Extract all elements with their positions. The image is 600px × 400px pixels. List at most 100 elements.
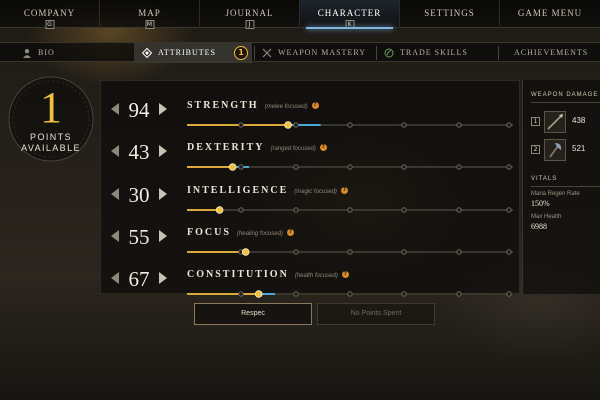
nav-game-menu-label: GAME MENU [517,8,583,18]
bar-threshold-node [293,291,299,297]
tab-divider [498,46,499,60]
slot-number: 2 [531,145,540,154]
info-icon[interactable]: ? [319,144,327,152]
attribute-bar[interactable] [187,158,513,171]
tab-trade-skills-label: TRADE SKILLS [400,48,468,57]
bar-fill [187,124,289,126]
nav-character-key: K [345,20,354,29]
nav-map-label: MAP [138,8,161,18]
attribute-name: DEXTERITY (ranged focused)? [187,142,327,153]
mana-regen-label: Mana Regen Rate [531,191,580,197]
increase-arrow-icon[interactable] [159,230,167,242]
bar-threshold-node [238,164,244,170]
no-points-spent-button[interactable]: No Points Spent [317,303,435,325]
leaf-icon [384,48,394,58]
decrease-arrow-icon[interactable] [111,230,119,242]
tab-divider [376,46,377,60]
info-icon[interactable]: ? [340,187,348,195]
points-label-line1: POINTS [30,132,72,142]
nav-settings-label: SETTINGS [424,8,475,18]
nav-game-menu[interactable]: GAME MENU [500,0,600,28]
attribute-row-focus: 55 FOCUS (healing focused)? [101,216,521,258]
top-nav: COMPANY G MAP M JOURNAL J CHARACTER K SE… [0,0,600,29]
bar-bonus [288,124,321,126]
attribute-name: CONSTITUTION (health focused)? [187,269,349,280]
weapon-slot-1[interactable]: 1 438 [531,110,600,134]
increase-arrow-icon[interactable] [159,103,167,115]
bar-threshold-node [506,291,512,297]
bar-handle [254,290,263,298]
attribute-row-strength: 94 STRENGTH (melee focused)? [101,89,521,131]
attribute-bar[interactable] [187,285,513,298]
bar-threshold-node [347,291,353,297]
nav-journal-label: JOURNAL [225,8,274,18]
bar-threshold-node [401,207,407,213]
decrease-arrow-icon[interactable] [111,145,119,157]
bar-fill [187,166,233,168]
bar-threshold-node [293,249,299,255]
bar-threshold-node [506,164,512,170]
increase-arrow-icon[interactable] [159,272,167,284]
attribute-bar[interactable] [187,116,513,129]
tab-achievements[interactable]: ACHIEVEMENTS [500,43,600,63]
points-value: 1 [40,83,62,132]
attribute-value: 67 [128,267,150,291]
attribute-name: FOCUS (healing focused)? [187,227,294,238]
attribute-bar-graphic [187,163,513,171]
nav-settings[interactable]: SETTINGS [400,0,500,28]
weapon-slot-2[interactable]: 2 521 [531,138,600,162]
spear-icon [544,111,566,133]
attribute-value: 94 [128,98,150,122]
attribute-hint: (melee focused) [264,104,308,110]
nav-company-label: COMPANY [23,8,76,18]
attribute-name: STRENGTH (melee focused)? [187,100,319,111]
weapon-damage-title: WEAPON DAMAGE [531,92,599,98]
nav-company[interactable]: COMPANY G [0,0,100,29]
bar-fill [187,293,259,295]
attribute-name-text: CONSTITUTION [187,269,289,280]
tab-trade-skills[interactable]: TRADE SKILLS [378,43,498,63]
stats-side-panel: WEAPON DAMAGE 1 438 2 521 VITALS Mana Re… [522,80,600,294]
attribute-bar[interactable] [187,243,513,256]
attribute-hint: (ranged focused) [270,146,316,152]
info-icon[interactable]: ? [311,102,319,110]
attribute-bar[interactable] [187,201,513,214]
increase-arrow-icon[interactable] [159,145,167,157]
tab-divider [254,46,255,60]
attribute-hint: (health focused) [294,273,338,279]
info-icon[interactable]: ? [341,271,349,279]
nav-map[interactable]: MAP M [100,0,200,29]
tab-bio[interactable]: BIO [14,43,130,63]
points-label: POINTS AVAILABLE [2,132,100,154]
hatchet-icon [544,139,566,161]
divider [531,186,600,187]
bar-threshold-node [293,207,299,213]
increase-arrow-icon[interactable] [159,188,167,200]
info-icon[interactable]: ? [286,229,294,237]
nav-character[interactable]: CHARACTER K [300,0,400,29]
bar-threshold-node [347,207,353,213]
attribute-row-dexterity: 43 DEXTERITY (ranged focused)? [101,131,521,173]
decrease-arrow-icon[interactable] [111,188,119,200]
attribute-row-intelligence: 30 INTELLIGENCE (magic focused)? [101,174,521,216]
weapon-damage-value: 521 [572,144,586,153]
decrease-arrow-icon[interactable] [111,272,119,284]
bar-threshold-node [401,249,407,255]
vitals-title: VITALS [531,176,558,182]
respec-button[interactable]: Respec [194,303,312,325]
attribute-name: INTELLIGENCE (magic focused)? [187,185,348,196]
nav-journal[interactable]: JOURNAL J [200,0,300,29]
crossed-swords-icon [262,48,272,58]
bar-threshold-node [506,207,512,213]
max-health-value: 6988 [531,222,547,231]
bar-threshold-node [347,122,353,128]
decrease-arrow-icon[interactable] [111,103,119,115]
attribute-name-text: DEXTERITY [187,142,265,153]
bar-fill [187,251,246,253]
attribute-hint: (magic focused) [294,189,337,195]
tab-weapon-mastery[interactable]: WEAPON MASTERY [256,43,374,63]
bar-threshold-node [401,164,407,170]
nav-company-key: G [45,20,54,29]
bar-threshold-node [347,249,353,255]
attribute-name-text: INTELLIGENCE [187,185,289,196]
